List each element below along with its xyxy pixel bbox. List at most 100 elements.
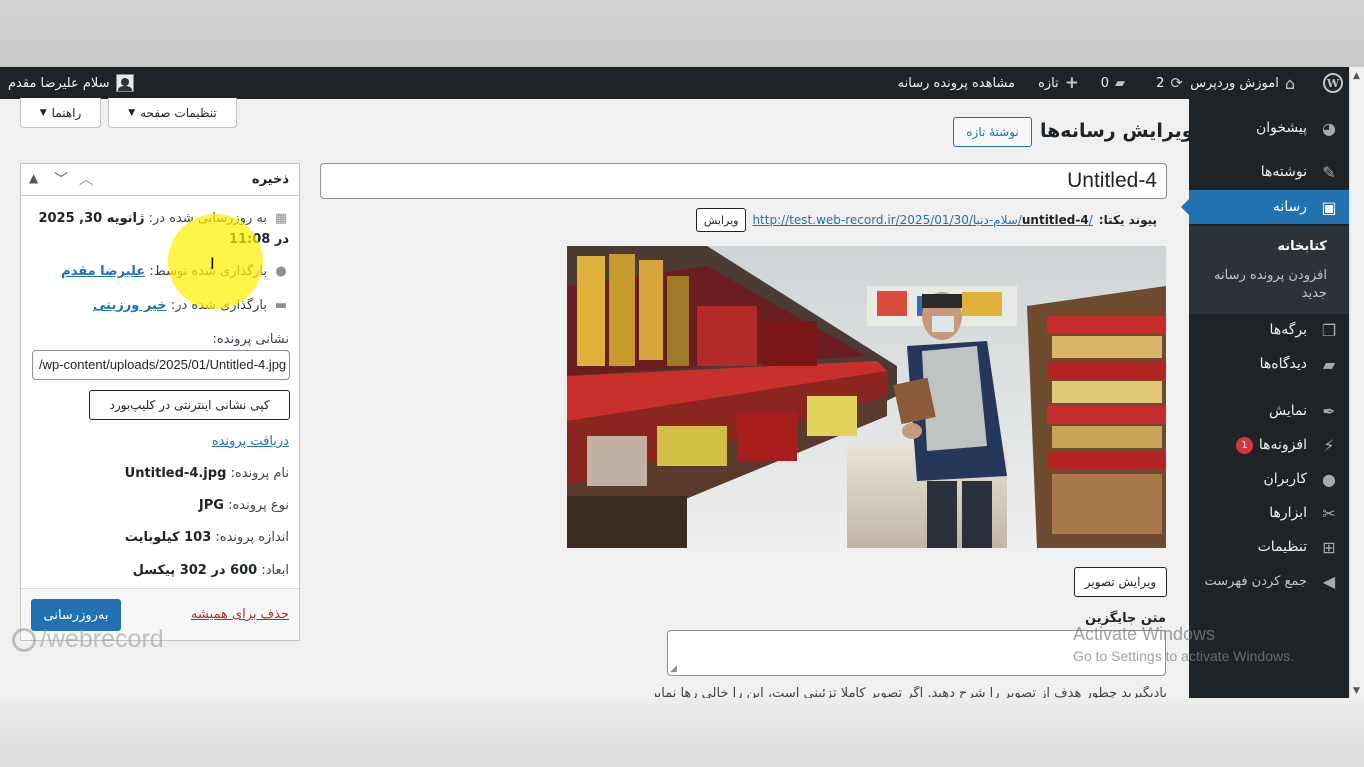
download-file-field: دریافت پرونده <box>212 434 289 449</box>
activate-title: Activate Windows <box>1073 624 1216 644</box>
window-scrollbar[interactable]: ▲ ▼ <box>1349 67 1364 698</box>
title-input[interactable]: Untitled-4 <box>320 163 1167 199</box>
menu-label: پیشخوان <box>1255 120 1307 136</box>
site-name-link[interactable]: ⌂ اموزش وردپرس <box>1190 67 1295 99</box>
video-bottom-band <box>0 698 1364 767</box>
save-metabox-title: ذخیره <box>251 172 289 187</box>
view-media-link[interactable]: مشاهده پرونده رسانه <box>898 67 1015 99</box>
permalink-url: http://test.web-record.ir/2025/01/30/سلا… <box>752 213 1022 227</box>
screen-options-tab[interactable]: تنظیمات صفحه ▼ <box>108 98 237 128</box>
comments-count: 0 <box>1100 75 1109 91</box>
menu-pages[interactable]: ❐ برگه‌ها <box>1189 313 1349 347</box>
file-type-field: نوع پرونده: JPG <box>199 498 289 513</box>
my-account-link[interactable]: سلام علیرضا مقدم <box>8 67 134 99</box>
permalink-row: پیوند یکتا: http://test.web-record.ir/20… <box>640 207 1157 233</box>
chevron-down-icon: ▼ <box>128 107 136 118</box>
grocery-store-photo <box>567 246 1166 548</box>
new-content-link[interactable]: + تازه <box>1038 67 1079 99</box>
admin-bar: W ⌂ اموزش وردپرس ⟳ 2 ▰ 0 + تازه مشاهده پ… <box>0 67 1349 99</box>
file-url-input[interactable]: /wp-content/uploads/2025/01/Untitled-4.j… <box>32 350 290 380</box>
file-type-value: JPG <box>198 498 224 513</box>
wordpress-screen: W ⌂ اموزش وردپرس ⟳ 2 ▰ 0 + تازه مشاهده پ… <box>0 67 1364 698</box>
file-name-value: Untitled-4.jpg <box>124 466 227 481</box>
file-name-label: نام پرونده: <box>230 466 289 481</box>
save-metabox: ذخیره ▲ ﹀ ︿ ▦به روزرسانی شده در: ژانویه … <box>20 163 300 641</box>
media-icon: ▣ <box>1321 197 1337 217</box>
site-name: اموزش وردپرس <box>1190 75 1279 91</box>
chevron-down-icon: ▼ <box>39 107 47 118</box>
menu-appearance[interactable]: ✒ نمایش <box>1189 394 1349 428</box>
folder-icon: ▬ <box>274 298 288 313</box>
menu-dashboard[interactable]: ◕ پیشخوان <box>1189 111 1349 145</box>
page-title: ویرایش رسانه‌ها <box>1040 120 1194 142</box>
menu-label: دیدگاه‌ها <box>1259 356 1307 372</box>
wp-logo-button[interactable]: W <box>1323 67 1343 99</box>
resize-handle-icon[interactable]: ◢ <box>670 664 677 674</box>
media-preview-image <box>567 246 1166 548</box>
updates-link[interactable]: ⟳ 2 <box>1156 67 1183 99</box>
comments-link[interactable]: ▰ 0 <box>1101 67 1125 99</box>
new-label: تازه <box>1038 75 1059 91</box>
cursor-highlight <box>168 214 263 309</box>
menu-users[interactable]: ● کاربران <box>1189 462 1349 496</box>
updates-icon: ⟳ <box>1170 74 1183 92</box>
dimensions-field: ابعاد: 600 در 302 پیکسل <box>133 563 289 578</box>
tools-icon: ✂ <box>1322 503 1336 523</box>
permalink-link[interactable]: http://test.web-record.ir/2025/01/30/سلا… <box>752 213 1092 227</box>
video-top-band <box>0 0 1364 67</box>
edit-image-button[interactable]: ویرایش تصویر <box>1074 567 1167 597</box>
uploaded-by-link[interactable]: علیرضا مقدم <box>61 264 145 279</box>
file-size-field: اندازه پرونده: 103 کیلوبایت <box>125 530 289 545</box>
plugins-icon: ⚡ <box>1323 435 1335 455</box>
menu-settings[interactable]: ⊞ تنظیمات <box>1189 530 1349 564</box>
permalink-edit-button[interactable]: ویرایش <box>695 208 747 232</box>
file-size-value: 103 کیلوبایت <box>124 530 212 545</box>
pages-icon: ❐ <box>1321 320 1337 340</box>
dimensions-label: ابعاد: <box>261 563 289 578</box>
submenu-add-new[interactable]: افزودن پرونده رسانه جدید <box>1202 267 1327 303</box>
plus-icon: + <box>1064 73 1079 93</box>
add-new-button[interactable]: نوشتهٔ تازه <box>953 117 1032 147</box>
screen-options-label: تنظیمات صفحه <box>140 105 217 120</box>
menu-plugins[interactable]: ⚡ افزونه‌ها 1 <box>1189 428 1349 462</box>
save-metabox-header: ذخیره ▲ ﹀ ︿ <box>21 164 299 196</box>
file-size-label: اندازه پرونده: <box>215 530 289 545</box>
scroll-up-arrow-icon[interactable]: ▲ <box>1353 71 1360 81</box>
file-name-field: نام پرونده: Untitled-4.jpg <box>125 466 289 481</box>
menu-collapse[interactable]: ◀ جمع کردن فهرست <box>1189 564 1349 598</box>
delete-permanently-link[interactable]: حذف برای همیشه <box>191 607 289 622</box>
chevron-up-icon[interactable]: ︿ <box>79 169 93 189</box>
comments-icon: ▰ <box>1322 354 1336 374</box>
move-up-icon[interactable]: ▲ <box>29 171 38 185</box>
collapse-icon: ◀ <box>1322 571 1336 591</box>
download-file-link[interactable]: دریافت پرونده <box>212 434 289 449</box>
avatar <box>115 74 134 92</box>
menu-label: نوشته‌ها <box>1260 164 1307 180</box>
user-icon: ● <box>275 264 287 279</box>
users-icon: ● <box>1322 469 1336 489</box>
help-tab[interactable]: راهنما ▼ <box>20 98 101 128</box>
comment-bubble-icon: ▰ <box>1115 75 1125 91</box>
menu-posts[interactable]: ✎ نوشته‌ها <box>1189 155 1349 189</box>
wordpress-logo-icon: W <box>1323 73 1343 93</box>
media-submenu: کتابخانه افزودن پرونده رسانه جدید <box>1189 226 1349 314</box>
menu-label: کاربران <box>1263 471 1307 487</box>
menu-label: افزونه‌ها <box>1258 437 1307 453</box>
watermark-text: /webrecord <box>40 625 164 653</box>
chevron-down-icon[interactable]: ﹀ <box>54 169 68 189</box>
copy-url-button[interactable]: کپی نشانی اینترنتی در کلیپ‌بورد <box>89 390 290 420</box>
watermark-logo-icon <box>12 628 36 653</box>
dashboard-icon: ◕ <box>1322 118 1336 138</box>
home-icon: ⌂ <box>1284 73 1295 93</box>
submenu-library[interactable]: کتابخانه <box>1202 238 1327 256</box>
menu-tools[interactable]: ✂ ابزارها <box>1189 496 1349 530</box>
menu-label: جمع کردن فهرست <box>1204 573 1307 589</box>
greeting: سلام علیرضا مقدم <box>8 75 110 91</box>
scroll-down-arrow-icon[interactable]: ▼ <box>1353 686 1360 696</box>
menu-label: نمایش <box>1268 403 1307 419</box>
permalink-slug: untitled-4 <box>1021 213 1089 227</box>
uploaded-to-link[interactable]: خیر ورزیتی <box>93 298 167 313</box>
text-cursor-icon: I <box>210 254 215 273</box>
menu-comments[interactable]: ▰ دیدگاه‌ها <box>1189 347 1349 381</box>
menu-media[interactable]: ▣ رسانه <box>1181 190 1349 224</box>
